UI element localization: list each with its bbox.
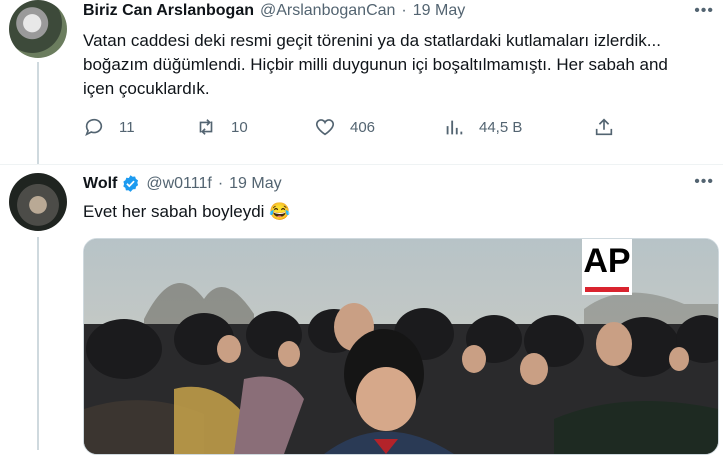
retweet-button[interactable]: 10 xyxy=(195,116,248,138)
tweet-1[interactable]: Biriz Can Arslanbogan @ArslanboganCan · … xyxy=(0,0,723,165)
retweet-icon xyxy=(199,119,213,135)
views-button[interactable]: 44,5 B xyxy=(443,116,522,138)
separator-dot: · xyxy=(217,174,224,192)
tweet-date[interactable]: 19 May xyxy=(413,2,465,20)
more-options-icon[interactable]: ••• xyxy=(694,173,714,191)
tweet-2[interactable]: Wolf @w0111f · 19 May ••• Evet her sabah… xyxy=(0,165,723,455)
reply-button[interactable]: 11 xyxy=(83,116,135,138)
share-icon xyxy=(595,118,613,136)
reply-count: 11 xyxy=(119,118,135,136)
thread-line xyxy=(37,237,39,450)
separator-dot: · xyxy=(401,2,407,19)
video-thumbnail[interactable]: AP xyxy=(83,238,719,455)
tweet-header: Biriz Can Arslanbogan @ArslanboganCan · … xyxy=(83,2,465,20)
tweet-date[interactable]: 19 May xyxy=(229,175,281,193)
display-name[interactable]: Wolf xyxy=(83,175,117,193)
like-count: 406 xyxy=(350,118,376,136)
like-button[interactable]: 406 xyxy=(314,116,375,138)
verified-badge-icon xyxy=(123,175,139,192)
heart-icon xyxy=(315,119,335,136)
retweet-count: 10 xyxy=(231,118,248,136)
share-button[interactable] xyxy=(593,116,629,138)
ap-logo-text: AP xyxy=(583,242,631,280)
views-chart-icon xyxy=(446,120,463,135)
avatar[interactable] xyxy=(9,173,67,231)
reply-icon xyxy=(85,118,103,137)
user-handle[interactable]: @ArslanboganCan xyxy=(260,2,395,20)
ap-logo-bar xyxy=(585,287,629,292)
tweet-actions: 11 10 406 44,5 B xyxy=(83,116,623,144)
tweet-text: Vatan caddesi deki resmi geçit törenini … xyxy=(83,31,668,98)
display-name[interactable]: Biriz Can Arslanbogan xyxy=(83,2,254,20)
thread-line xyxy=(37,62,39,165)
views-count: 44,5 B xyxy=(479,118,523,136)
avatar[interactable] xyxy=(9,0,67,58)
user-handle[interactable]: @w0111f xyxy=(146,175,211,193)
tweet-text: Evet her sabah boyleydi 😂 xyxy=(83,202,291,221)
more-options-icon[interactable]: ••• xyxy=(694,2,714,20)
ap-watermark-logo: AP xyxy=(582,239,632,295)
tweet-header: Wolf @w0111f · 19 May xyxy=(83,174,282,193)
